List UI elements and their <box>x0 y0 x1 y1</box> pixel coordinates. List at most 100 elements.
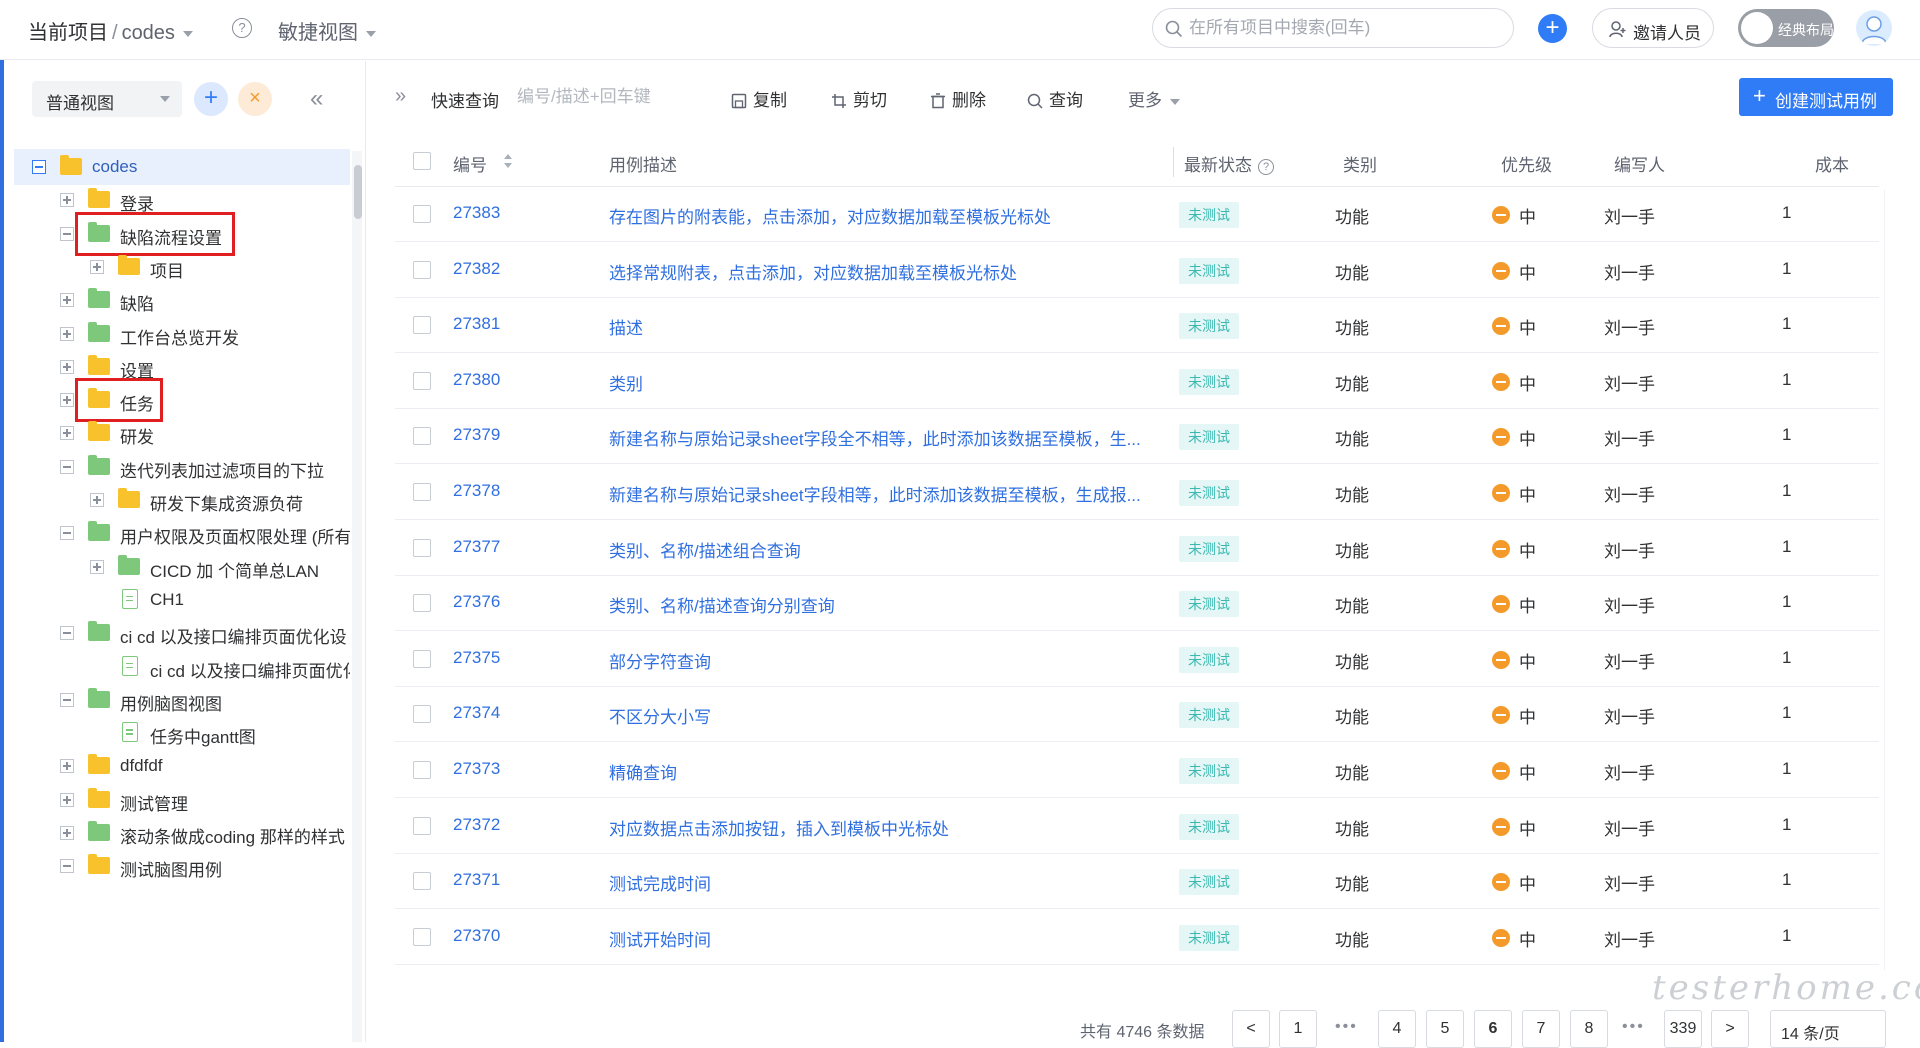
help-icon[interactable]: ? <box>1258 159 1274 175</box>
row-checkbox[interactable] <box>413 816 431 835</box>
page-button[interactable]: 1 <box>1279 1010 1317 1048</box>
row-checkbox[interactable] <box>413 872 431 891</box>
avatar[interactable] <box>1856 10 1892 46</box>
collapse-icon[interactable] <box>60 226 74 241</box>
collapse-icon[interactable] <box>60 692 74 707</box>
table-row[interactable]: 27380 类别 未测试 功能 中 刘一手 1 <box>395 354 1879 409</box>
tree-node[interactable]: CH1 <box>14 582 350 618</box>
tree-node[interactable]: 研发下集成资源负荷 <box>14 482 350 518</box>
expand-icon[interactable] <box>60 359 74 374</box>
expand-icon[interactable] <box>60 426 74 441</box>
select-all-checkbox[interactable] <box>413 152 431 170</box>
prev-page-button[interactable]: < <box>1232 1010 1270 1048</box>
case-id-link[interactable]: 27370 <box>453 926 500 946</box>
page-button[interactable]: 7 <box>1522 1010 1560 1048</box>
expand-icon[interactable] <box>60 792 74 807</box>
case-id-link[interactable]: 27371 <box>453 870 500 890</box>
expand-icon[interactable] <box>90 259 104 274</box>
case-id-link[interactable]: 27373 <box>453 759 500 779</box>
tree-node[interactable]: 滚动条做成coding 那样的样式 <box>14 815 350 851</box>
case-desc-link[interactable]: 存在图片的附表能，点击添加，对应数据加载至模板光标处 <box>609 203 1051 228</box>
expand-icon[interactable] <box>90 493 104 507</box>
global-search-input[interactable] <box>1189 17 1489 39</box>
tree-node[interactable]: codes <box>14 149 350 185</box>
view-select[interactable]: 普通视图 <box>32 81 182 117</box>
create-test-case-button[interactable]: + 创建测试用例 <box>1739 78 1893 116</box>
table-row[interactable]: 27370 测试开始时间 未测试 功能 中 刘一手 1 <box>395 910 1879 965</box>
close-icon[interactable]: × <box>238 82 272 116</box>
case-id-link[interactable]: 27372 <box>453 815 500 835</box>
chevron-down-icon[interactable] <box>182 30 193 37</box>
table-row[interactable]: 27378 新建名称与原始记录sheet字段相等，此时添加该数据至模板，生成报..… <box>395 465 1879 520</box>
expand-icon[interactable]: » <box>395 85 406 108</box>
cut-button[interactable]: 剪切 <box>831 86 887 111</box>
page-button[interactable]: 6 <box>1474 1010 1512 1048</box>
add-folder-button[interactable]: + <box>194 82 228 116</box>
expand-icon[interactable] <box>90 559 104 574</box>
tree-scrollbar-thumb[interactable] <box>354 165 362 219</box>
tree-node[interactable]: 迭代列表加过滤项目的下拉 <box>14 449 350 485</box>
table-row[interactable]: 27382 选择常规附表，点击添加，对应数据加载至模板光标处 未测试 功能 中 刘一手 1 <box>395 243 1879 298</box>
invite-button[interactable]: 邀请人员 <box>1592 8 1714 48</box>
table-row[interactable]: 27376 类别、名称/描述查询分别查询 未测试 功能 中 刘一手 1 <box>395 576 1879 632</box>
table-row[interactable]: 27383 存在图片的附表能，点击添加，对应数据加载至模板光标处 未测试 功能 中 刘一手… <box>395 187 1879 242</box>
table-row[interactable]: 27373 精确查询 未测试 功能 中 刘一手 1 <box>395 743 1879 798</box>
tree-node[interactable]: 用例脑图视图 <box>14 682 350 718</box>
row-checkbox[interactable] <box>413 427 431 446</box>
row-checkbox[interactable] <box>413 594 431 613</box>
case-desc-link[interactable]: 描述 <box>609 314 643 339</box>
case-desc-link[interactable]: 测试开始时间 <box>609 926 711 951</box>
table-row[interactable]: 27379 新建名称与原始记录sheet字段全不相等，此时添加该数据至模板，生..… <box>395 409 1879 465</box>
page-ellipsis[interactable]: ••• <box>1335 1018 1358 1036</box>
crumb-project[interactable]: codes <box>122 22 175 44</box>
tree-node[interactable]: 研发 <box>14 415 350 451</box>
expand-icon[interactable] <box>60 759 74 774</box>
tree-node[interactable]: 缺陷 <box>14 282 350 318</box>
row-checkbox[interactable] <box>413 649 431 668</box>
page-button[interactable]: 339 <box>1664 1010 1702 1048</box>
page-ellipsis[interactable]: ••• <box>1622 1018 1645 1036</box>
row-checkbox[interactable] <box>413 761 431 779</box>
tree-node[interactable]: 工作台总览开发 <box>14 316 350 352</box>
column-resize-handle[interactable] <box>1173 147 1174 177</box>
copy-button[interactable]: 复制 <box>731 86 787 111</box>
next-page-button[interactable]: > <box>1711 1010 1749 1048</box>
case-desc-link[interactable]: 新建名称与原始记录sheet字段全不相等，此时添加该数据至模板，生... <box>609 425 1141 450</box>
case-id-link[interactable]: 27374 <box>453 703 500 723</box>
tree-node[interactable]: ci cd 以及接口编排页面优化设 <box>14 615 350 651</box>
page-button[interactable]: 4 <box>1378 1010 1416 1048</box>
page-size-select[interactable]: 14 条/页 <box>1770 1010 1886 1048</box>
case-id-link[interactable]: 27380 <box>453 370 500 390</box>
row-checkbox[interactable] <box>413 260 431 279</box>
expand-icon[interactable] <box>60 393 74 408</box>
collapse-icon[interactable] <box>60 626 74 641</box>
expand-icon[interactable] <box>60 326 74 341</box>
tree-node[interactable]: 任务中gantt图 <box>14 715 350 751</box>
table-row[interactable]: 27375 部分字符查询 未测试 功能 中 刘一手 1 <box>395 632 1879 687</box>
row-checkbox[interactable] <box>413 705 431 724</box>
case-id-link[interactable]: 27376 <box>453 592 500 612</box>
case-desc-link[interactable]: 对应数据点击添加按钮，插入到模板中光标处 <box>609 815 949 840</box>
tree-node[interactable]: CICD 加 个简单总LAN <box>14 549 350 585</box>
page-button[interactable]: 8 <box>1570 1010 1608 1048</box>
table-row[interactable]: 27377 类别、名称/描述组合查询 未测试 功能 中 刘一手 1 <box>395 521 1879 576</box>
table-row[interactable]: 27381 描述 未测试 功能 中 刘一手 1 <box>395 298 1879 354</box>
case-id-link[interactable]: 27382 <box>453 259 500 279</box>
expand-icon[interactable] <box>60 193 74 208</box>
col-id[interactable]: 编号 <box>453 151 487 176</box>
add-icon[interactable]: + <box>1538 14 1567 43</box>
case-desc-link[interactable]: 新建名称与原始记录sheet字段相等，此时添加该数据至模板，生成报... <box>609 481 1141 506</box>
crumb-current[interactable]: 当前项目 <box>28 22 108 44</box>
tree-node[interactable]: 项目 <box>14 249 350 285</box>
case-id-link[interactable]: 27383 <box>453 203 500 223</box>
collapse-icon[interactable] <box>60 859 74 874</box>
case-desc-link[interactable]: 不区分大小写 <box>609 703 711 728</box>
tree-node[interactable]: 测试管理 <box>14 782 350 818</box>
page-button[interactable]: 5 <box>1426 1010 1464 1048</box>
tree-node[interactable]: 设置 <box>14 349 350 385</box>
quick-query-input[interactable] <box>517 83 697 111</box>
global-search[interactable] <box>1152 8 1514 48</box>
row-checkbox[interactable] <box>413 538 431 557</box>
sort-icon[interactable] <box>504 154 512 170</box>
case-id-link[interactable]: 27378 <box>453 481 500 501</box>
